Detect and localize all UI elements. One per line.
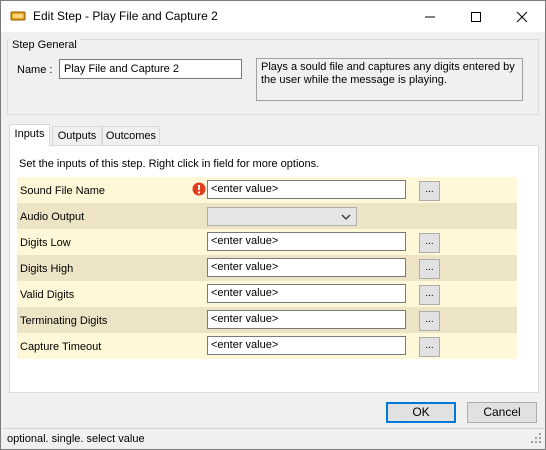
app-icon — [10, 9, 26, 23]
sound-file-name-browse-button[interactable]: ... — [419, 181, 440, 201]
input-label: Audio Output — [20, 211, 85, 223]
input-label: Digits High — [20, 263, 74, 275]
digits-high-browse-button[interactable]: ... — [419, 259, 440, 279]
capture-timeout-field[interactable]: <enter value> — [207, 336, 406, 355]
title-bar[interactable]: Edit Step - Play File and Capture 2 — [1, 1, 545, 32]
input-row-digits-high: Digits High <enter value> ... — [17, 255, 517, 281]
inputs-instructions: Set the inputs of this step. Right click… — [19, 158, 320, 170]
tab-inputs[interactable]: Inputs — [9, 124, 50, 147]
tab-outputs[interactable]: Outputs — [52, 126, 102, 146]
cancel-button[interactable]: Cancel — [467, 402, 537, 423]
digits-low-field[interactable]: <enter value> — [207, 232, 406, 251]
terminating-digits-browse-button[interactable]: ... — [419, 311, 440, 331]
ok-button[interactable]: OK — [386, 402, 456, 423]
minimize-button[interactable] — [407, 1, 453, 32]
status-bar: optional. single. select value — [2, 428, 544, 449]
input-row-sound-file-name: Sound File Name <enter value> ... — [17, 177, 517, 203]
maximize-button[interactable] — [453, 1, 499, 32]
digits-high-field[interactable]: <enter value> — [207, 258, 406, 277]
name-label: Name : — [17, 64, 53, 76]
input-row-valid-digits: Valid Digits <enter value> ... — [17, 281, 517, 307]
capture-timeout-browse-button[interactable]: ... — [419, 337, 440, 357]
status-text: optional. single. select value — [7, 433, 145, 445]
close-button[interactable] — [499, 1, 545, 32]
sound-file-name-field[interactable]: <enter value> — [207, 180, 406, 199]
edit-step-dialog: Edit Step - Play File and Capture 2 Step… — [0, 0, 546, 450]
resize-grip-icon[interactable] — [531, 432, 541, 446]
input-label: Terminating Digits — [20, 315, 108, 327]
chevron-down-icon — [341, 214, 351, 220]
warning-icon — [192, 182, 206, 196]
name-field[interactable] — [59, 59, 242, 79]
input-label: Sound File Name — [20, 185, 105, 197]
input-row-digits-low: Digits Low <enter value> ... — [17, 229, 517, 255]
input-label: Digits Low — [20, 237, 71, 249]
input-label: Valid Digits — [20, 289, 75, 301]
tab-outcomes[interactable]: Outcomes — [102, 126, 160, 146]
step-general-legend: Step General — [10, 39, 79, 51]
step-description: Plays a sould file and captures any digi… — [256, 58, 523, 101]
input-row-terminating-digits: Terminating Digits <enter value> ... — [17, 307, 517, 333]
valid-digits-browse-button[interactable]: ... — [419, 285, 440, 305]
input-row-capture-timeout: Capture Timeout <enter value> ... — [17, 333, 517, 359]
input-row-audio-output: Audio Output — [17, 203, 517, 229]
terminating-digits-field[interactable]: <enter value> — [207, 310, 406, 329]
audio-output-dropdown[interactable] — [207, 207, 357, 226]
input-label: Capture Timeout — [20, 341, 102, 353]
valid-digits-field[interactable]: <enter value> — [207, 284, 406, 303]
digits-low-browse-button[interactable]: ... — [419, 233, 440, 253]
window-title: Edit Step - Play File and Capture 2 — [33, 9, 218, 23]
